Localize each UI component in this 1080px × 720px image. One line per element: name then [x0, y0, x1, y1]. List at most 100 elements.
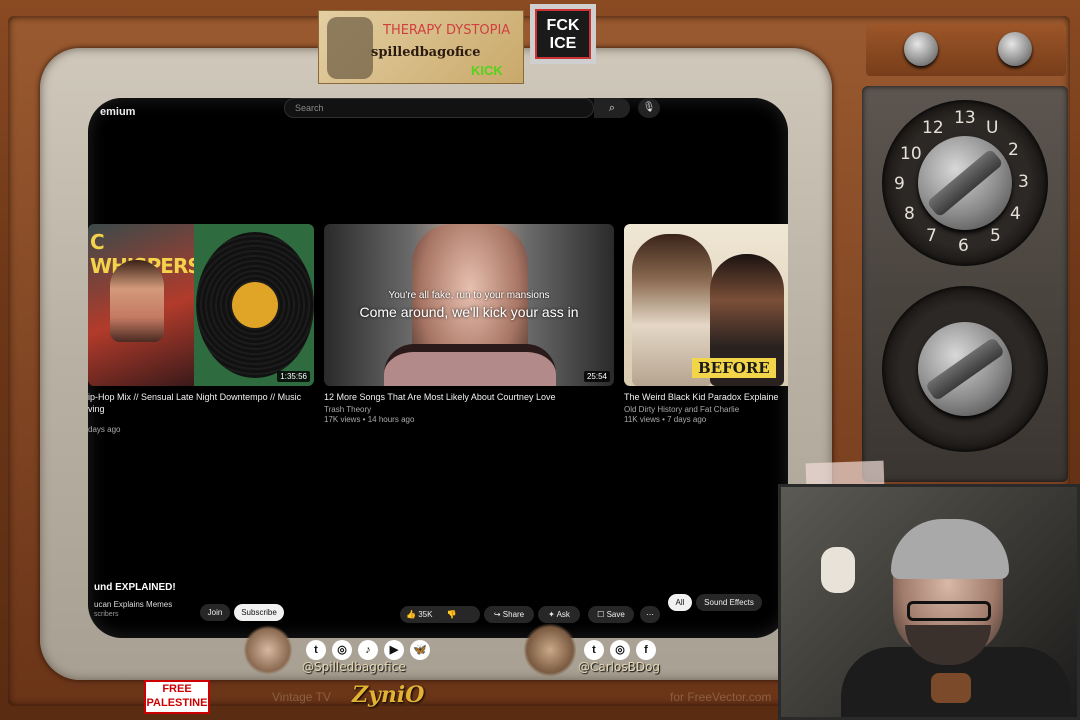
video-title[interactable]: ip-Hop Mix // Sensual Late Night Downtem…	[88, 391, 314, 403]
video-duration: 1:35:56	[277, 371, 310, 382]
channel-info: ucan Explains Memes scribers	[94, 600, 172, 618]
join-button[interactable]: Join	[200, 604, 230, 621]
share-icon: ↪	[493, 610, 501, 619]
dog-logo-icon	[327, 17, 373, 79]
like-icon[interactable]: 👍	[406, 610, 416, 619]
microphone	[931, 673, 971, 703]
sticker-handle: spilledbagofice	[371, 45, 481, 60]
youtube-icon[interactable]: ▶	[384, 640, 404, 660]
channel-name[interactable]: ucan Explains Memes	[94, 600, 172, 609]
glasses	[907, 601, 991, 621]
dislike-icon[interactable]: 👎	[447, 610, 457, 619]
twitter-icon[interactable]: t	[306, 640, 326, 660]
fck-ice-sticker: FCK ICE	[530, 4, 596, 64]
dial-number: 10	[900, 144, 922, 164]
mic-icon[interactable]: 🎙	[638, 98, 660, 118]
thumb-shirt	[384, 344, 556, 386]
video-title[interactable]: 12 More Songs That Are Most Likely About…	[324, 391, 614, 403]
social-handle: @Spilledbagofice	[302, 660, 406, 674]
dial-number: 4	[1010, 204, 1021, 224]
tv-control-panel: 12 13 U 2 3 4 5 6 7 8 9 10	[862, 86, 1068, 482]
twitter-icon[interactable]: t	[584, 640, 604, 660]
badge-line: FREE	[162, 683, 192, 695]
skull-decor	[821, 547, 855, 593]
video-meta: 11K views • 7 days ago	[624, 415, 707, 424]
fine-tune-knob[interactable]	[918, 322, 1012, 416]
fck-ice-text: FCK ICE	[535, 9, 591, 59]
video-card[interactable]: You're all fake, run to your mansions Co…	[324, 224, 614, 424]
instagram-icon[interactable]: ◎	[610, 640, 630, 660]
small-knob-left	[904, 32, 938, 66]
video-thumbnail[interactable]: BEFORE	[624, 224, 788, 386]
thumb-text: BEFORE	[692, 358, 776, 378]
thumb-portrait	[110, 260, 164, 342]
dial-number: 9	[894, 174, 905, 194]
channel-dial: 12 13 U 2 3 4 5 6 7 8 9 10	[882, 100, 1048, 266]
thumb-background	[194, 224, 314, 386]
like-count: 35K	[418, 610, 433, 619]
video-title-line2[interactable]: ving	[88, 403, 314, 415]
chip-all[interactable]: All	[668, 594, 692, 611]
dial-number: 6	[958, 236, 969, 256]
facebook-icon[interactable]: f	[636, 640, 656, 660]
knob-grip	[924, 336, 1006, 402]
like-dislike-group: 👍 35K 👎	[400, 606, 480, 623]
video-card[interactable]: BEFORE The Weird Black Kid Paradox Expla…	[624, 224, 788, 424]
ask-label: Ask	[556, 610, 570, 619]
channel-name[interactable]: Trash Theory	[324, 405, 614, 414]
fine-tune-dial	[882, 286, 1048, 452]
dial-number: 5	[990, 226, 1001, 246]
stream-overlay: 12 13 U 2 3 4 5 6 7 8 9 10 emium Search …	[0, 0, 1080, 720]
bookmark-icon: ☐	[597, 610, 605, 619]
credit-text: for FreeVector.com	[670, 690, 772, 704]
thumb-art: C WHISPERS	[88, 224, 202, 386]
sparkle-icon: ✦	[548, 610, 555, 619]
search-input[interactable]: Search	[284, 98, 594, 118]
webcam-feed	[778, 484, 1080, 720]
video-meta: 17K views • 14 hours ago	[324, 415, 415, 424]
video-thumbnail[interactable]: You're all fake, run to your mansions Co…	[324, 224, 614, 386]
bluesky-icon[interactable]: 🦋	[410, 640, 430, 660]
youtube-logo[interactable]: emium	[100, 106, 135, 118]
video-title[interactable]: The Weird Black Kid Paradox Explaine	[624, 391, 788, 403]
social-handle: @CarlosBDog	[578, 660, 661, 674]
channel-knob[interactable]	[918, 136, 1012, 230]
dial-number: 8	[904, 204, 915, 224]
instagram-icon[interactable]: ◎	[332, 640, 352, 660]
share-button[interactable]: ↪ Share	[484, 606, 534, 623]
subscribe-button[interactable]: Subscribe	[234, 604, 284, 621]
lyric-line: Come around, we'll kick your ass in	[359, 304, 579, 320]
search-icon[interactable]: ⌕	[594, 98, 630, 118]
video-meta: days ago	[88, 425, 121, 434]
therapy-dystopia-sticker: THERAPY DYSTOPIA spilledbagofice KICK	[318, 10, 524, 84]
free-palestine-badge: FREE PALESTINE	[144, 680, 210, 714]
subscriber-count: scribers	[94, 611, 119, 618]
knob-grip	[926, 148, 1004, 218]
small-knob-right	[998, 32, 1032, 66]
tiktok-icon[interactable]: ♪	[358, 640, 378, 660]
share-label: Share	[502, 610, 525, 619]
tv-screen: emium Search ⌕ 🎙 C WHISPERS 1:35:56 ip-H…	[88, 98, 788, 638]
save-button[interactable]: ☐ Save	[588, 606, 634, 623]
channel-name[interactable]: Old Dirty History and Fat Charlie	[624, 405, 788, 414]
video-thumbnail[interactable]: C WHISPERS 1:35:56	[88, 224, 314, 386]
dial-number: 12	[922, 118, 944, 138]
video-title: und EXPLAINED!	[94, 582, 176, 593]
dial-number: U	[986, 118, 999, 138]
more-icon[interactable]: ⋯	[640, 606, 660, 623]
dial-number: 13	[954, 108, 976, 128]
vinyl-label	[232, 282, 278, 328]
badge-line: PALESTINE	[146, 697, 208, 709]
sticker-title: THERAPY DYSTOPIA	[383, 23, 511, 38]
video-card[interactable]: C WHISPERS 1:35:56 ip-Hop Mix // Sensual…	[88, 224, 314, 434]
ask-button[interactable]: ✦ Ask	[538, 606, 580, 623]
dial-number: 7	[926, 226, 937, 246]
chip-sound-effects[interactable]: Sound Effects	[696, 594, 762, 611]
dog-avatar	[524, 622, 576, 678]
lyric-line: You're all fake, run to your mansions	[388, 290, 550, 301]
brand-logo: ZyniO	[352, 682, 425, 708]
tv-top-panel	[866, 24, 1066, 76]
vinyl-record	[196, 232, 314, 378]
avatar	[244, 624, 292, 676]
dial-number: 3	[1018, 172, 1029, 192]
